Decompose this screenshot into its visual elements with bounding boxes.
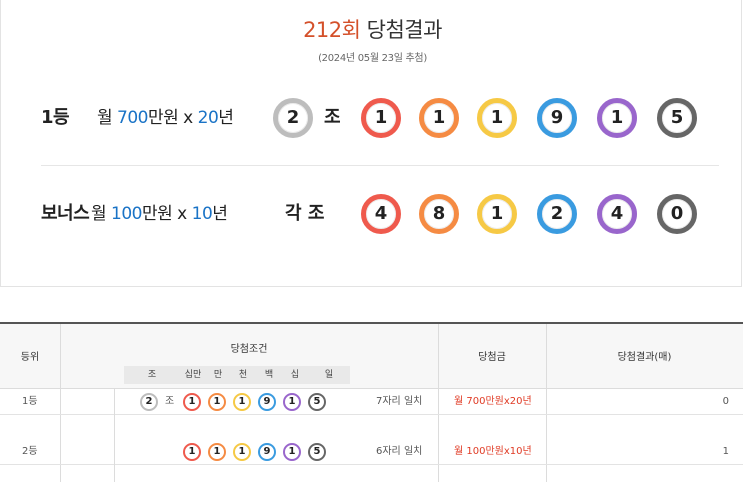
number-ball: 9 (258, 393, 276, 411)
number-ball: 9 (258, 443, 276, 461)
bonus-prize-amount: 월 100만원 x 10년 (91, 192, 228, 236)
prize-prefix: 월 (97, 108, 118, 128)
number-ball: 1 (361, 98, 401, 138)
prize-results-table: 등위 당첨조건 당첨금 당첨결과(매) 조 십만 만 천 백 십 일 1등 2 … (0, 322, 743, 482)
prize-amount: 700 (117, 108, 148, 128)
title-text: 당첨결과 (360, 18, 443, 42)
prize-years: 10 (191, 204, 213, 224)
first-prize-rank: 1등 (41, 107, 70, 128)
header-result: 당첨결과(매) (617, 352, 672, 363)
number-ball: 0 (657, 194, 697, 234)
subheader-100k: 십만 (184, 370, 202, 380)
header-rank: 등위 (20, 352, 40, 363)
prize-mid: 만원 x (148, 108, 198, 128)
header-prize: 당첨금 (478, 352, 506, 363)
table-row: 2등 1 1 1 9 1 5 6자리 일치 월 100만원x10년 1 (0, 439, 743, 465)
prize-amount: 100 (111, 204, 142, 224)
bonus-prize-rank: 보너스 (41, 203, 90, 224)
number-ball: 1 (419, 98, 459, 138)
page-title: 212회 당첨결과 (1, 14, 743, 44)
number-ball: 2 (537, 194, 577, 234)
number-ball: 8 (419, 194, 459, 234)
number-ball: 1 (183, 393, 201, 411)
number-ball: 1 (477, 194, 517, 234)
match-condition: 7자리 일치 (376, 396, 423, 407)
draw-date: (2024년 05월 23일 추첨) (318, 53, 427, 64)
number-ball: 1 (183, 443, 201, 461)
subheader-jo: 조 (147, 370, 157, 380)
prize-suffix: 년 (212, 204, 228, 224)
number-ball: 1 (233, 393, 251, 411)
number-ball: 1 (208, 393, 226, 411)
each-jo-label: 각 조 (285, 203, 325, 224)
row-divider (41, 165, 719, 166)
number-ball: 1 (283, 393, 301, 411)
number-ball: 5 (308, 393, 326, 411)
subheader-10: 십 (290, 370, 300, 380)
subheader-1k: 천 (238, 370, 248, 380)
number-ball: 9 (537, 98, 577, 138)
number-ball: 4 (597, 194, 637, 234)
number-ball: 1 (597, 98, 637, 138)
number-ball: 1 (208, 443, 226, 461)
row-rank: 2등 (22, 446, 38, 457)
number-ball: 1 (233, 443, 251, 461)
subheader-10k: 만 (213, 370, 223, 380)
match-condition: 6자리 일치 (376, 446, 423, 457)
column-divider (114, 389, 115, 482)
round-number: 212회 (303, 18, 361, 42)
subheader-1: 일 (324, 370, 334, 380)
number-ball: 1 (477, 98, 517, 138)
prize-mid: 만원 x (142, 204, 192, 224)
prize-suffix: 년 (218, 108, 234, 128)
row-rank: 1등 (22, 396, 38, 407)
jo-ball: 2 (140, 393, 158, 411)
header-condition: 당첨조건 (230, 344, 268, 355)
subheader-100: 백 (264, 370, 274, 380)
draw-result-panel: 212회 당첨결과 (2024년 05월 23일 추첨) 1등 월 700만원 … (0, 0, 742, 287)
prize-prefix: 월 (91, 204, 112, 224)
winner-count: 1 (722, 446, 729, 457)
first-prize-amount: 월 700만원 x 20년 (97, 96, 234, 140)
prize-years: 20 (197, 108, 219, 128)
number-ball: 5 (657, 98, 697, 138)
winner-count: 0 (722, 396, 729, 407)
prize-amount: 월 100만원x10년 (454, 446, 532, 457)
number-ball: 1 (283, 443, 301, 461)
number-ball: 5 (308, 443, 326, 461)
prize-amount: 월 700만원x20년 (454, 396, 532, 407)
jo-label: 조 (165, 396, 175, 407)
table-row: 1등 2 조 1 1 1 9 1 5 7자리 일치 월 700만원x20년 0 (0, 389, 743, 415)
number-ball: 4 (361, 194, 401, 234)
jo-ball: 2 (273, 98, 313, 138)
jo-label: 조 (324, 107, 341, 128)
